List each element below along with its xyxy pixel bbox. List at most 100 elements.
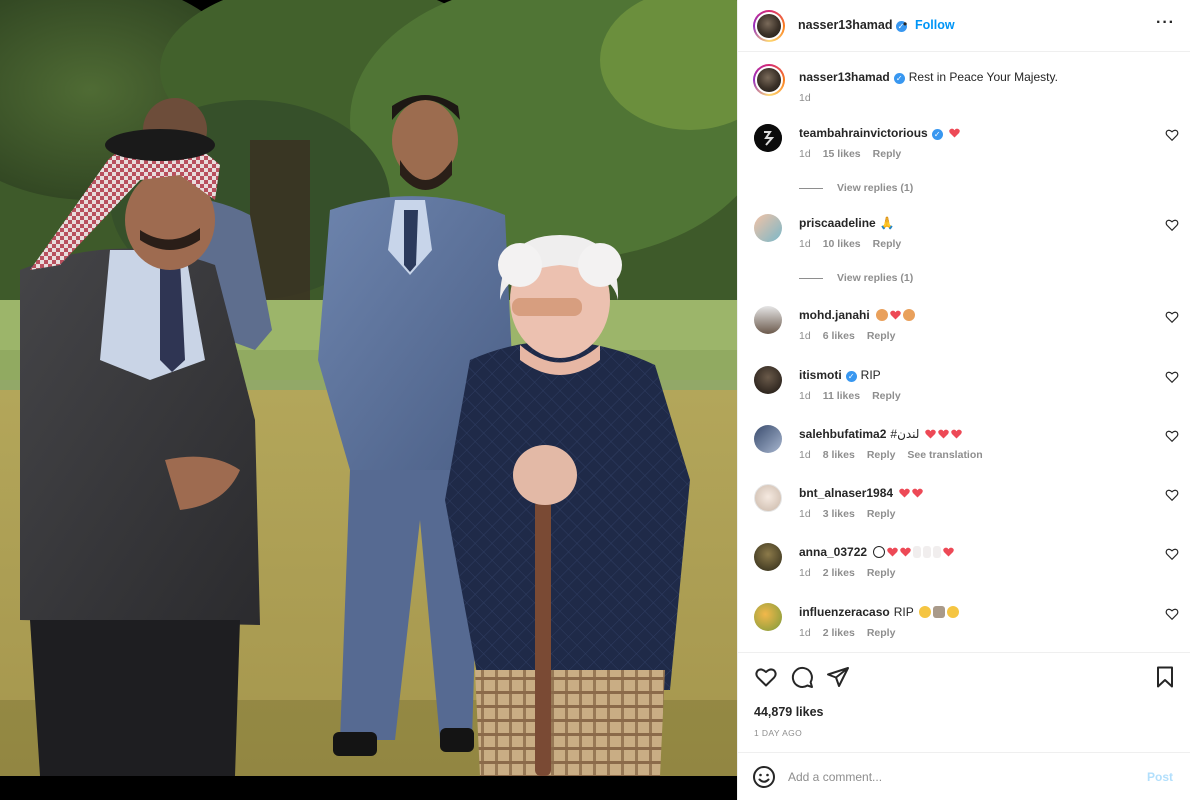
commenter-avatar[interactable] [754, 484, 782, 512]
commenter-avatar[interactable] [754, 124, 782, 152]
heart-outline-icon[interactable] [754, 665, 778, 689]
reply-button[interactable]: Reply [867, 508, 896, 520]
red-heart-emoji-icon [951, 429, 962, 439]
commenter-avatar[interactable] [754, 366, 782, 394]
caption-text: nasser13hamad ✓ Rest in Peace Your Majesty… [799, 70, 1159, 85]
commenter-handle[interactable]: salehbufatima2 [799, 427, 886, 441]
commenter-handle[interactable]: influenzeracaso [799, 605, 890, 619]
reply-button[interactable]: Reply [872, 390, 901, 402]
commenter-avatar[interactable] [754, 306, 782, 334]
commenter-handle[interactable]: priscaadeline [799, 216, 876, 230]
reply-button[interactable]: Reply [873, 238, 902, 250]
follow-button[interactable]: Follow [915, 18, 955, 32]
commenter-avatar[interactable] [754, 603, 782, 631]
comments-list[interactable]: nasser13hamad ✓ Rest in Peace Your Majesty… [738, 52, 1190, 652]
comment-text: anna_03722 [799, 545, 1159, 560]
view-replies-button[interactable]: View replies (1) [799, 272, 913, 286]
speech-bubble-icon[interactable] [790, 665, 814, 689]
red-heart-emoji-icon [900, 547, 911, 557]
comment-body: RIP [893, 605, 914, 619]
smiley-icon[interactable] [752, 765, 776, 789]
comment-meta: 1d 3 likes Reply [799, 508, 907, 520]
see-translation-button[interactable]: See translation [907, 449, 982, 461]
verified-badge-icon: ✓ [931, 129, 943, 140]
comment-text: itismoti ✓ RIP [799, 368, 1159, 383]
post-timestamp[interactable]: 1 DAY AGO [754, 728, 802, 738]
view-replies-button[interactable]: View replies (1) [799, 182, 913, 196]
comment-like-count[interactable]: 2 likes [823, 627, 855, 639]
author-name[interactable]: nasser13hamad [798, 18, 893, 32]
commenter-handle[interactable]: bnt_alnaser1984 [799, 486, 893, 500]
comment-meta: 1d 2 likes Reply [799, 627, 907, 639]
comment-like-count[interactable]: 6 likes [823, 330, 855, 342]
like-comment-heart-icon[interactable] [1165, 370, 1179, 384]
face-emoji-icon [902, 309, 915, 321]
comment-text: teambahrainvictorious ✓ [799, 126, 1159, 141]
like-comment-heart-icon[interactable] [1165, 488, 1179, 502]
like-comment-heart-icon[interactable] [1165, 607, 1179, 621]
view-replies-label[interactable]: View replies (1) [837, 182, 913, 194]
caption-meta: 1d [799, 92, 823, 104]
paper-plane-icon[interactable] [826, 665, 850, 689]
comment-like-count[interactable]: 8 likes [823, 449, 855, 461]
comment-row: priscaadeline 🙏 1d 10 likes Reply [738, 214, 1190, 266]
photo-illustration [0, 0, 737, 800]
view-replies-label[interactable]: View replies (1) [837, 272, 913, 284]
comment-like-count[interactable]: 11 likes [823, 390, 860, 402]
face-emoji-icon [875, 309, 888, 321]
comment-meta: 1d 15 likes Reply [799, 148, 913, 160]
reply-button[interactable]: Reply [867, 330, 896, 342]
commenter-handle[interactable]: teambahrainvictorious [799, 126, 928, 140]
caption-body: Rest in Peace Your Majesty. [908, 70, 1058, 84]
comment-like-count[interactable]: 15 likes [823, 148, 861, 160]
post-photo[interactable] [0, 0, 737, 800]
comment-row: bnt_alnaser1984 1d 3 likes Reply [738, 484, 1190, 536]
comment-meta: 1d 2 likes Reply [799, 567, 907, 579]
comment-like-count[interactable]: 10 likes [823, 238, 861, 250]
comment-timestamp: 1d [799, 330, 811, 342]
like-comment-heart-icon[interactable] [1165, 218, 1179, 232]
like-comment-heart-icon[interactable] [1165, 310, 1179, 324]
comment-like-count[interactable]: 2 likes [823, 567, 855, 579]
more-options-button[interactable]: ··· [1156, 14, 1175, 32]
comment-meta: 1d 11 likes Reply [799, 390, 913, 402]
caption-author[interactable]: nasser13hamad [799, 70, 890, 84]
commenter-avatar[interactable] [754, 543, 782, 571]
commenter-avatar[interactable] [754, 425, 782, 453]
comment-row: influenzeracaso RIP 1d 2 likes Reply [738, 603, 1190, 652]
comment-meta: 1d 8 likes Reply See translation [799, 449, 995, 461]
red-heart-emoji-icon [899, 488, 910, 498]
comment-body: #لندن [890, 427, 920, 441]
caption-timestamp: 1d [799, 92, 811, 104]
commenter-avatar[interactable] [754, 214, 782, 242]
reply-button[interactable]: Reply [867, 567, 896, 579]
verified-badge-icon: ✓ [845, 371, 857, 382]
caption-avatar[interactable] [753, 64, 785, 96]
author-handle[interactable]: nasser13hamad ✓ [798, 18, 907, 32]
reply-button[interactable]: Reply [867, 449, 896, 461]
red-heart-emoji-icon [938, 429, 949, 439]
hand-emoji-icon [923, 546, 932, 558]
like-comment-heart-icon[interactable] [1165, 429, 1179, 443]
post-actions: 44,879 likes 1 DAY AGO [738, 652, 1190, 752]
sad-face-emoji-icon [918, 606, 931, 618]
commenter-handle[interactable]: mohd.janahi [799, 308, 870, 322]
comment-like-count[interactable]: 3 likes [823, 508, 855, 520]
praying-hands-emoji-icon [932, 606, 945, 618]
like-comment-heart-icon[interactable] [1165, 547, 1179, 561]
like-comment-heart-icon[interactable] [1165, 128, 1179, 142]
post-comment-button[interactable]: Post [1147, 770, 1173, 784]
author-avatar[interactable] [753, 10, 785, 42]
bookmark-icon[interactable] [1153, 665, 1177, 689]
commenter-handle[interactable]: itismoti [799, 368, 842, 382]
reply-button[interactable]: Reply [867, 627, 896, 639]
add-comment-input[interactable] [788, 765, 1108, 789]
commenter-handle[interactable]: anna_03722 [799, 545, 867, 559]
comment-row: mohd.janahi 1d 6 likes Reply [738, 306, 1190, 358]
comment-timestamp: 1d [799, 390, 811, 402]
comment-text: influenzeracaso RIP [799, 605, 1159, 620]
red-heart-emoji-icon [887, 547, 898, 557]
comment-timestamp: 1d [799, 238, 811, 250]
likes-count[interactable]: 44,879 likes [754, 705, 824, 719]
reply-button[interactable]: Reply [873, 148, 902, 160]
